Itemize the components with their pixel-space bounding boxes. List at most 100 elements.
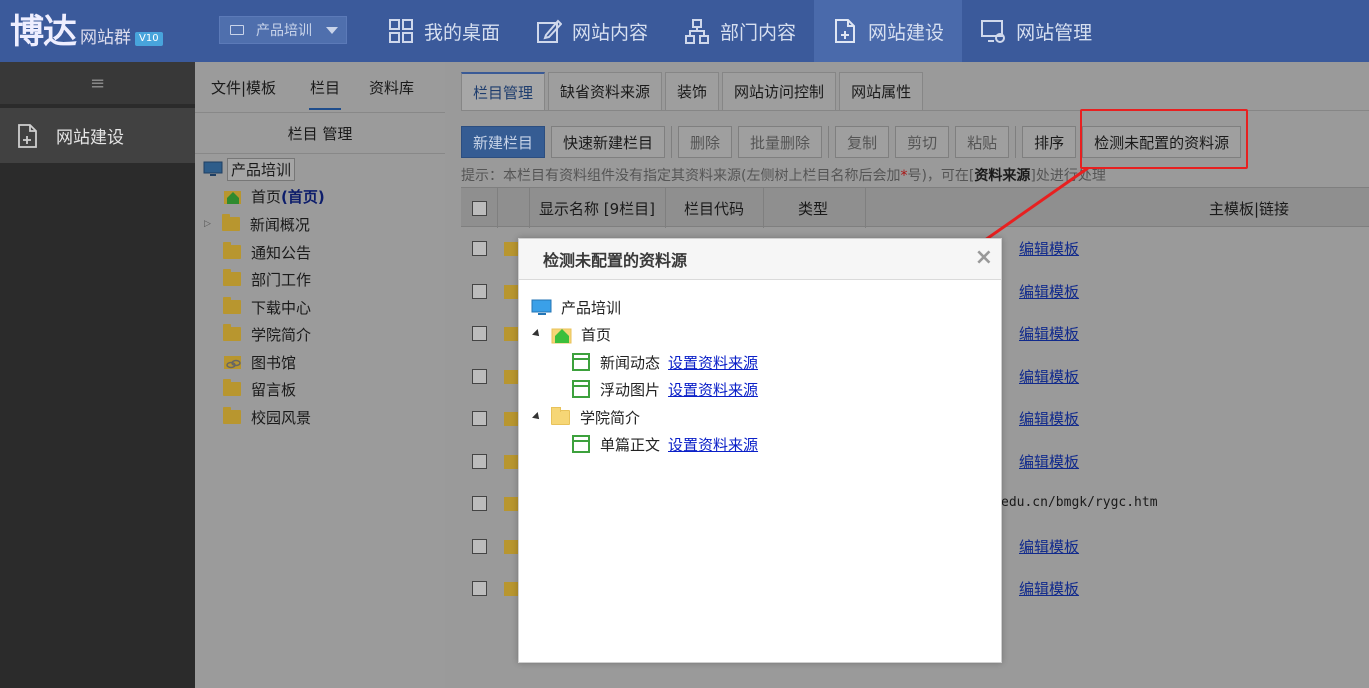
checkbox[interactable] (472, 411, 487, 426)
tab-column-manage[interactable]: 栏目管理 (461, 72, 546, 110)
tree-item-library[interactable]: 图书馆 (223, 351, 296, 373)
checkbox[interactable] (472, 496, 487, 511)
checkbox[interactable] (472, 326, 487, 341)
dialog-tree-college[interactable]: 学院简介 (532, 406, 641, 428)
tree-item-dept-work[interactable]: 部门工作 (223, 268, 311, 290)
edit-template-link[interactable]: 编辑模板 (1019, 281, 1079, 302)
dialog-tree-label: 浮动图片 (600, 380, 661, 399)
nav-my-desktop[interactable]: 我的桌面 (370, 0, 518, 62)
header-code[interactable]: 栏目代码 (684, 188, 744, 228)
new-column-button[interactable]: 新建栏目 (461, 126, 546, 158)
dialog-tree-leaf[interactable]: 浮动图片 设置资料来源 (572, 378, 758, 400)
column-divider (763, 188, 764, 228)
folder-icon (223, 407, 241, 424)
nav-site-content[interactable]: 网站内容 (518, 0, 666, 62)
dialog-header: 检测未配置的资料源 × (519, 239, 1001, 280)
home-folder-icon (551, 328, 572, 344)
checkbox[interactable] (472, 200, 487, 216)
tab-decoration[interactable]: 装饰 (665, 72, 720, 110)
folder-icon (504, 327, 518, 341)
set-source-link[interactable]: 设置资料来源 (668, 379, 758, 400)
edit-template-link[interactable]: 编辑模板 (1019, 408, 1079, 429)
tab-default-source[interactable]: 缺省资料来源 (548, 72, 663, 110)
expand-icon[interactable]: ▷ (204, 219, 211, 229)
tree-item-news[interactable]: ▷ 新闻概况 (204, 213, 310, 235)
tree-header: 栏目 管理 (195, 112, 445, 154)
tab-files-templates[interactable]: 文件|模板 (211, 62, 276, 112)
edit-template-link[interactable]: 编辑模板 (1019, 366, 1079, 387)
tree-item-college[interactable]: 学院简介 (223, 323, 311, 345)
delete-button[interactable]: 删除 (678, 126, 733, 158)
header-template[interactable]: 主模板|链接 (1209, 188, 1289, 228)
tab-columns[interactable]: 栏目 (309, 62, 341, 112)
batch-delete-button[interactable]: 批量删除 (738, 126, 823, 158)
nav-site-manage[interactable]: 网站管理 (962, 0, 1110, 62)
tree-item-download[interactable]: 下载中心 (223, 296, 311, 318)
collapse-icon: ≡ (89, 72, 106, 94)
checkbox[interactable] (472, 539, 487, 554)
link-folder-icon (504, 497, 518, 511)
nav-site-build[interactable]: 网站建设 (814, 0, 963, 62)
dialog-tree-leaf[interactable]: 新闻动态 设置资料来源 (572, 351, 758, 373)
checkbox[interactable] (472, 454, 487, 469)
logo-version: V10 (135, 32, 163, 46)
monitor-settings-icon (981, 20, 1006, 43)
sidebar-item-site-build[interactable]: 网站建设 (0, 108, 195, 163)
dialog-tree-leaf[interactable]: 单篇正文 设置资料来源 (572, 433, 758, 455)
folder-icon (223, 242, 241, 259)
copy-button[interactable]: 复制 (835, 126, 890, 158)
dialog-tree-home[interactable]: 首页 (532, 323, 611, 345)
sidebar-collapse-button[interactable]: ≡ (0, 62, 195, 104)
dialog-tree-root[interactable]: 产品培训 (531, 296, 621, 318)
set-source-link[interactable]: 设置资料来源 (668, 434, 758, 455)
tree-item-home[interactable]: 首页 (首页) (223, 185, 325, 207)
monitor-icon (203, 161, 223, 176)
tree-item-notice[interactable]: 通知公告 (223, 241, 311, 263)
tree-item-label: 校园风景 (251, 408, 312, 427)
edit-template-link[interactable]: 编辑模板 (1019, 238, 1079, 259)
tab-label: 网站属性 (851, 83, 912, 101)
folder-icon (504, 412, 518, 426)
logo: 博达 网站群 V10 (10, 8, 163, 52)
tree-root-label: 产品培训 (227, 157, 296, 181)
checkbox[interactable] (472, 369, 487, 384)
collapse-triangle-icon[interactable] (532, 329, 542, 339)
tree-item-campus[interactable]: 校园风景 (223, 406, 311, 428)
sidebar-item-label: 网站建设 (56, 128, 124, 148)
header-type[interactable]: 类型 (798, 188, 828, 228)
checkbox[interactable] (472, 241, 487, 256)
set-source-link[interactable]: 设置资料来源 (668, 352, 758, 373)
folder-icon (221, 214, 240, 231)
edit-template-link[interactable]: 编辑模板 (1019, 536, 1079, 557)
tree-root[interactable]: 产品培训 (203, 157, 296, 181)
tab-library[interactable]: 资料库 (369, 62, 414, 112)
nav-department-content[interactable]: 部门内容 (666, 0, 814, 62)
select-all-checkbox[interactable] (472, 188, 487, 228)
cut-button[interactable]: 剪切 (895, 126, 950, 158)
chevron-down-icon (326, 27, 338, 34)
tab-label: 装饰 (677, 83, 708, 101)
top-navigation-bar: 博达 网站群 V10 产品培训 我的桌面 网站内容 部门内容 网站建设 网站管理 (0, 0, 1369, 62)
quick-new-column-button[interactable]: 快速新建栏目 (551, 126, 666, 158)
hint-source-link[interactable]: 资料来源 (974, 168, 1030, 184)
paste-button[interactable]: 粘贴 (955, 126, 1010, 158)
component-icon (572, 435, 590, 453)
collapse-triangle-icon[interactable] (532, 412, 542, 422)
close-icon[interactable]: × (975, 247, 993, 269)
nav-label: 我的桌面 (424, 21, 501, 44)
folder-icon (223, 324, 241, 341)
checkbox[interactable] (472, 284, 487, 299)
header-name[interactable]: 显示名称 [9栏目] (539, 188, 655, 228)
tab-access-control[interactable]: 网站访问控制 (722, 72, 837, 110)
site-select[interactable]: 产品培训 (219, 16, 347, 44)
tree-item-guestbook[interactable]: 留言板 (223, 378, 296, 400)
sort-button[interactable]: 排序 (1022, 126, 1077, 158)
link-url: edu.cn/bmgk/rygc.htm (1001, 495, 1158, 510)
edit-template-link[interactable]: 编辑模板 (1019, 323, 1079, 344)
tab-site-properties[interactable]: 网站属性 (839, 72, 924, 110)
column-divider (497, 188, 498, 228)
dialog-tree-label: 学院简介 (580, 408, 641, 427)
edit-template-link[interactable]: 编辑模板 (1019, 578, 1079, 599)
checkbox[interactable] (472, 581, 487, 596)
edit-template-link[interactable]: 编辑模板 (1019, 451, 1079, 472)
